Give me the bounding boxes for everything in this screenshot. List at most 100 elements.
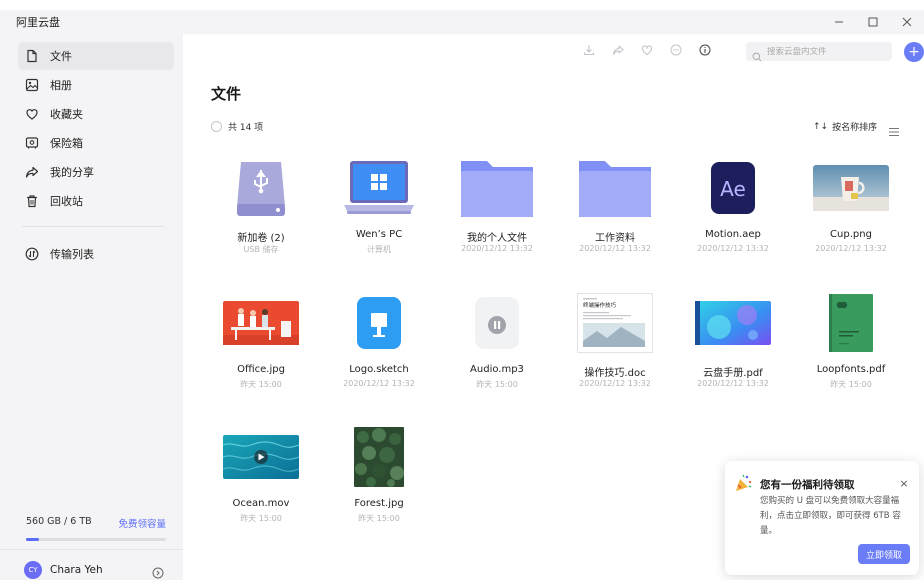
- sidebar-item-files[interactable]: 文件: [18, 42, 174, 70]
- file-item[interactable]: 工作资料 2020/12/12 13:32: [556, 155, 674, 273]
- after-effects-file-icon: Ae: [674, 155, 792, 221]
- more-icon[interactable]: [668, 42, 684, 58]
- file-item[interactable]: Ae Motion.aep 2020/12/12 13:32: [674, 155, 792, 273]
- search-input[interactable]: [767, 46, 877, 57]
- file-name: Audio.mp3: [470, 364, 524, 375]
- photo-icon: [24, 77, 40, 93]
- file-meta: 昨天 15:00: [476, 380, 518, 389]
- file-meta: USB 储存: [243, 245, 279, 254]
- minimize-icon[interactable]: [822, 10, 856, 34]
- file-meta: 2020/12/12 13:32: [343, 379, 415, 388]
- sidebar: 文件 相册 收藏夹 保险箱 我的分享 回收站 传输列表 560 GB / 6 T…: [0, 34, 183, 580]
- file-meta: 计算机: [367, 245, 391, 254]
- title-bar: 阿里云盘: [0, 10, 924, 34]
- logout-icon[interactable]: [152, 564, 164, 579]
- list-view-icon[interactable]: [888, 122, 900, 136]
- benefit-notification: 您有一份福利待领取 × 您购买的 U 盘可以免费领取大容量福利，点击立即领取，即…: [725, 461, 919, 575]
- file-item[interactable]: Office.jpg 昨天 15:00: [202, 290, 320, 408]
- user-name: Chara Yeh: [50, 564, 103, 576]
- file-meta: 昨天 15:00: [240, 514, 282, 523]
- user-profile[interactable]: CY Chara Yeh: [24, 560, 164, 580]
- pdf-thumbnail: [674, 290, 792, 356]
- app-title: 阿里云盘: [16, 16, 60, 29]
- file-meta: 昨天 15:00: [358, 514, 400, 523]
- sidebar-item-label: 回收站: [50, 195, 83, 208]
- file-meta: 2020/12/12 13:32: [697, 379, 769, 388]
- search-box[interactable]: [746, 42, 892, 61]
- file-name: 云盘手册.pdf: [703, 368, 763, 379]
- sidebar-item-photos[interactable]: 相册: [18, 71, 174, 99]
- sidebar-item-label: 保险箱: [50, 137, 83, 150]
- close-icon[interactable]: ×: [898, 477, 910, 490]
- file-item[interactable]: Ocean.mov 昨天 15:00: [202, 424, 320, 542]
- notification-body: 您购买的 U 盘可以免费领取大容量福利，点击立即领取，即可获得 6TB 容量。: [760, 496, 901, 536]
- item-count: 共 14 项: [228, 123, 264, 133]
- sidebar-item-recycle-bin[interactable]: 回收站: [18, 187, 174, 215]
- file-name: 新加卷 (2): [237, 233, 285, 244]
- file-name: Office.jpg: [237, 364, 285, 375]
- sidebar-item-label: 收藏夹: [50, 108, 83, 121]
- share-icon[interactable]: [610, 42, 626, 58]
- file-icon: [24, 48, 40, 64]
- image-thumbnail-forest: [320, 424, 438, 490]
- file-item[interactable]: Wen’s PC 计算机: [320, 155, 438, 273]
- download-icon[interactable]: [581, 42, 597, 58]
- storage-used-text: 560 GB / 6 TB: [26, 516, 92, 527]
- sidebar-item-label: 文件: [50, 50, 72, 63]
- sidebar-item-favorites[interactable]: 收藏夹: [18, 100, 174, 128]
- page-title: 文件: [211, 85, 242, 103]
- user-divider: [0, 549, 183, 550]
- sketch-file-icon: [320, 290, 438, 356]
- file-item[interactable]: Forest.jpg 昨天 15:00: [320, 424, 438, 542]
- file-meta: 2020/12/12 13:32: [579, 244, 651, 253]
- sidebar-item-my-shares[interactable]: 我的分享: [18, 158, 174, 186]
- file-item[interactable]: 我的个人文件 2020/12/12 13:32: [438, 155, 556, 273]
- file-badge: Ae: [720, 177, 746, 201]
- file-name: Loopfonts.pdf: [816, 364, 886, 375]
- sidebar-divider: [22, 226, 164, 227]
- sort-label: 按名称排序: [832, 123, 878, 133]
- file-meta: 2020/12/12 13:32: [461, 244, 533, 253]
- close-icon[interactable]: [890, 10, 924, 34]
- favorite-icon[interactable]: [639, 42, 655, 58]
- doc-heading: 终端操作技巧: [583, 301, 617, 309]
- file-item[interactable]: 新加卷 (2) USB 储存: [202, 155, 320, 273]
- file-name: Wen’s PC: [355, 229, 403, 240]
- file-meta: 2020/12/12 13:32: [579, 379, 651, 388]
- free-capacity-link[interactable]: 免费领容量: [118, 516, 166, 530]
- book-thumbnail: [792, 290, 910, 356]
- file-item[interactable]: Logo.sketch 2020/12/12 13:32: [320, 290, 438, 408]
- safe-icon: [24, 135, 40, 151]
- usb-drive-icon: [202, 155, 320, 221]
- file-meta: 2020/12/12 13:32: [815, 244, 887, 253]
- file-item[interactable]: 云盘手册.pdf 2020/12/12 13:32: [674, 290, 792, 408]
- audio-file-icon: [438, 290, 556, 356]
- share-icon: [24, 164, 40, 180]
- info-icon[interactable]: [697, 42, 713, 58]
- file-item[interactable]: Audio.mp3 昨天 15:00: [438, 290, 556, 408]
- select-all[interactable]: 共 14 项: [211, 120, 263, 133]
- select-all-radio[interactable]: [211, 121, 222, 132]
- file-name: Forest.jpg: [354, 498, 404, 509]
- sidebar-item-transfers[interactable]: 传输列表: [18, 240, 174, 268]
- trash-icon: [24, 193, 40, 209]
- file-meta: 昨天 15:00: [830, 380, 872, 389]
- file-item[interactable]: Loopfonts.pdf 昨天 15:00: [792, 290, 910, 408]
- maximize-icon[interactable]: [856, 10, 890, 34]
- computer-icon: [320, 155, 438, 221]
- video-thumbnail-ocean: [202, 424, 320, 490]
- file-name: 操作技巧.doc: [584, 368, 646, 379]
- sort-button[interactable]: ↑↓ 按名称排序: [813, 120, 878, 134]
- notification-title: 您有一份福利待领取: [760, 479, 855, 491]
- transfer-icon: [24, 246, 40, 262]
- window-controls: [822, 10, 924, 34]
- heart-icon: [24, 106, 40, 122]
- sidebar-item-safe[interactable]: 保险箱: [18, 129, 174, 157]
- file-name: 我的个人文件: [467, 233, 527, 244]
- document-thumbnail: 终端操作技巧: [556, 290, 674, 356]
- image-thumbnail-office: [202, 290, 320, 356]
- add-button[interactable]: +: [904, 42, 924, 62]
- file-item[interactable]: 终端操作技巧 操作技巧.doc 2020/12/12 13:32: [556, 290, 674, 408]
- file-item[interactable]: Cup.png 2020/12/12 13:32: [792, 155, 910, 273]
- claim-now-button[interactable]: 立即领取: [858, 544, 910, 564]
